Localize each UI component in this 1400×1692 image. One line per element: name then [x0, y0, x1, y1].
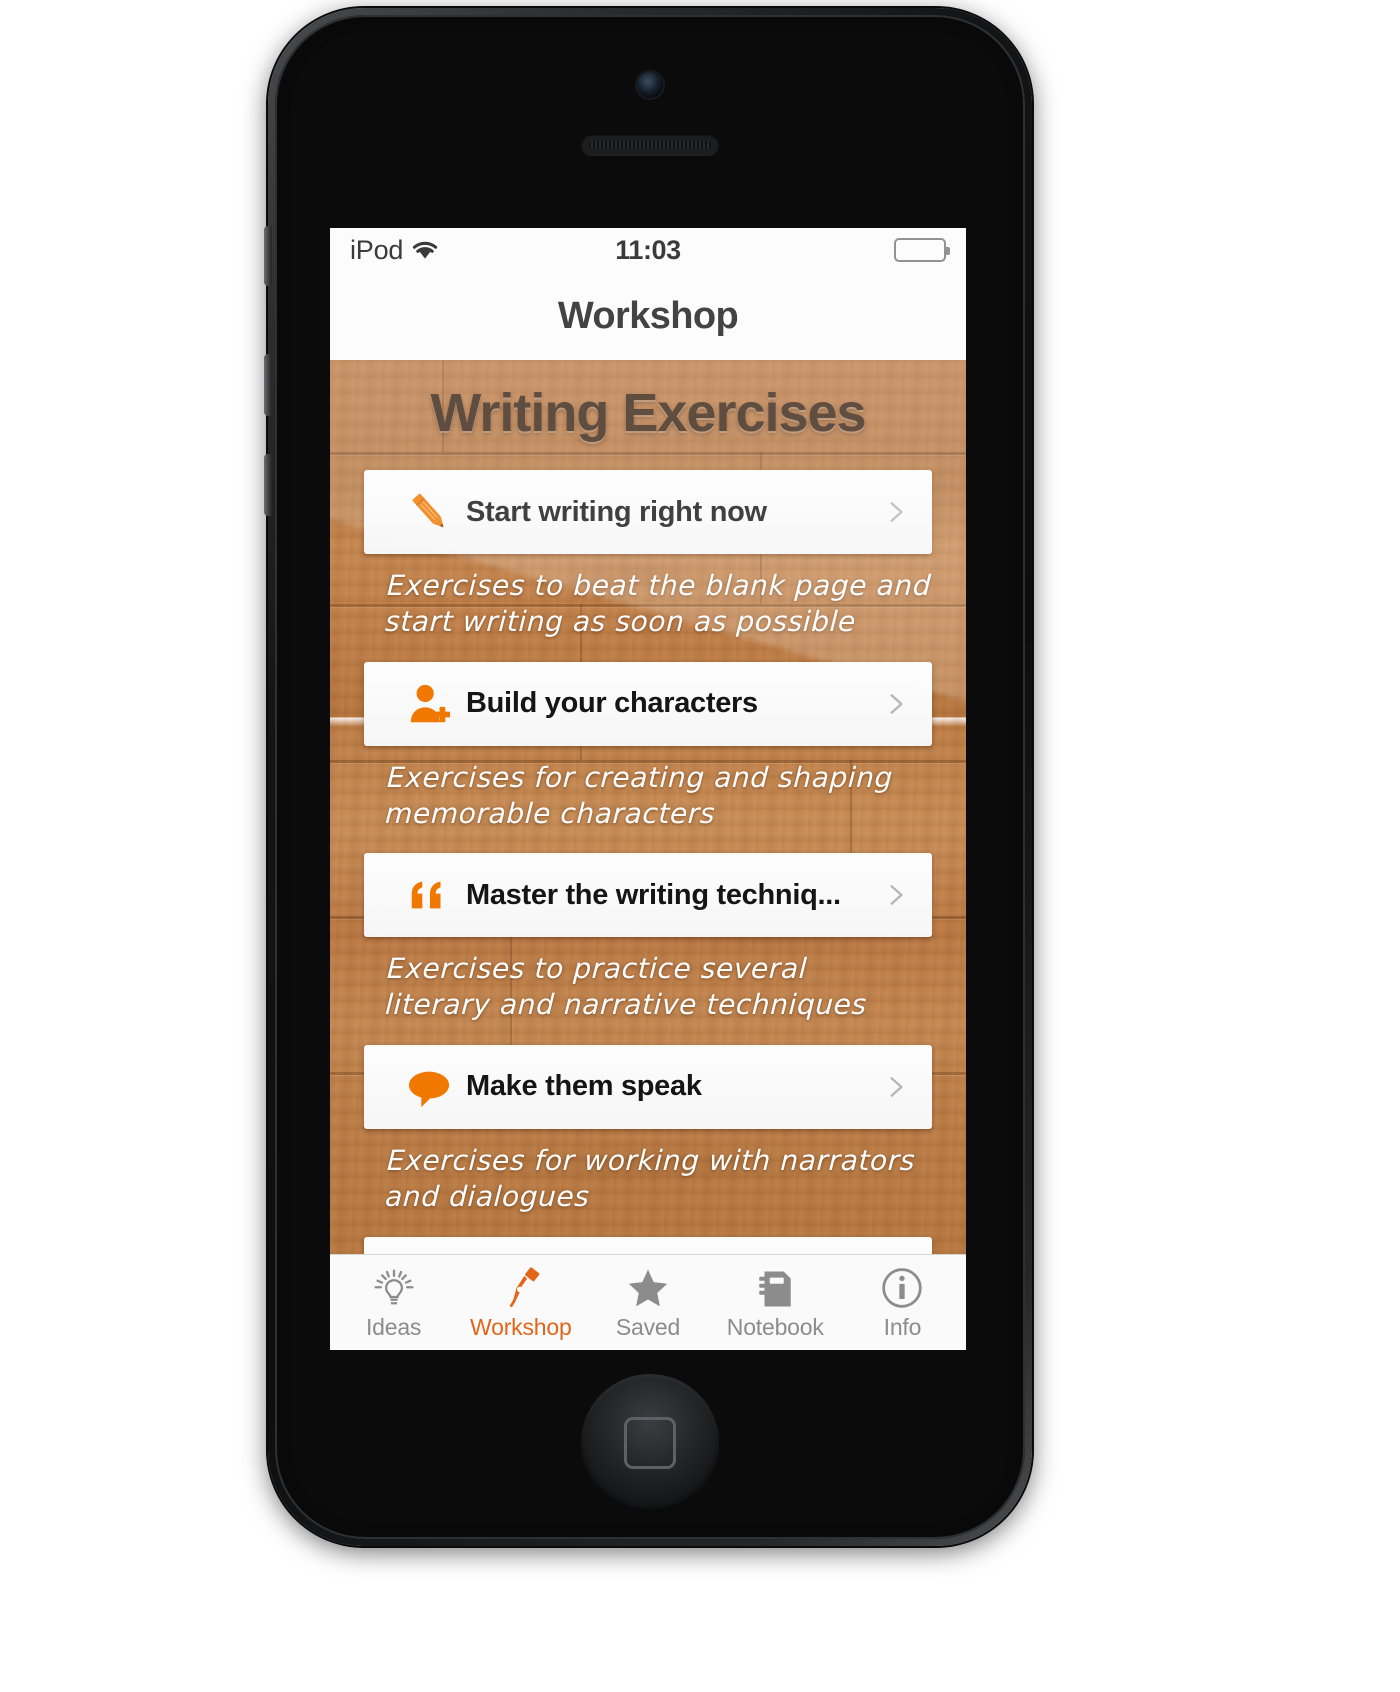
front-camera-icon [637, 72, 663, 98]
tab-label: Ideas [365, 1314, 422, 1340]
description-line: start writing as soon as possible [384, 604, 857, 638]
lightbulb-icon [373, 1264, 415, 1310]
section-heading: Writing Exercises [430, 383, 866, 443]
page-title: Workshop [557, 294, 739, 337]
speech-bubble-icon [392, 1064, 466, 1110]
tab-label: Saved [615, 1314, 681, 1340]
navigation-bar: Workshop [330, 272, 966, 360]
fountain-pen-icon [499, 1264, 543, 1310]
info-icon [880, 1264, 924, 1310]
mute-switch[interactable] [264, 226, 272, 286]
tab-notebook[interactable]: Notebook [712, 1255, 839, 1350]
status-bar-right [894, 238, 950, 262]
chevron-right-icon [882, 499, 910, 525]
home-button[interactable] [581, 1374, 719, 1512]
tab-label: Notebook [726, 1314, 824, 1340]
tab-ideas[interactable]: Ideas [330, 1255, 457, 1350]
description-line: Exercises to practice several [386, 952, 809, 986]
chevron-right-icon [882, 1074, 910, 1100]
chevron-right-icon [882, 691, 910, 717]
content-area: Writing Exercises Start writing right no… [330, 360, 966, 1254]
exercise-card-label: Master the writing techniq... [466, 878, 841, 911]
tab-label: Workshop [470, 1314, 572, 1340]
battery-icon [894, 238, 950, 262]
exercise-card-label: Build your characters [466, 687, 758, 720]
volume-up-button[interactable] [264, 354, 272, 416]
volume-down-button[interactable] [264, 454, 272, 516]
description-line: Exercises to beat the blank page and [386, 569, 933, 602]
exercise-card-description: Exercises to beat the blank page and star… [361, 554, 935, 662]
exercise-card[interactable]: Make them speak [364, 1044, 932, 1129]
exercise-card[interactable]: Start writing right now [364, 470, 932, 554]
screenshot-stage: iPod 11:03 Workshop Writing Exercises St… [0, 0, 1400, 1692]
person-add-icon [392, 681, 466, 727]
description-line: memorable characters [384, 796, 717, 830]
tab-saved[interactable]: Saved [584, 1255, 711, 1350]
exercise-card-partial[interactable] [364, 1236, 932, 1254]
description-line: literary and narrative techniques [384, 988, 868, 1022]
tab-info[interactable]: Info [839, 1255, 966, 1350]
status-bar: iPod 11:03 [330, 228, 966, 272]
earpiece-speaker [581, 134, 719, 156]
description-line: Exercises for working with narrators [386, 1143, 917, 1177]
status-bar-clock: 11:03 [615, 234, 681, 265]
tab-workshop[interactable]: Workshop [457, 1255, 584, 1350]
exercise-card[interactable]: Master the writing techniq... [364, 853, 932, 938]
quote-icon [392, 872, 466, 918]
description-line: and dialogues [384, 1179, 591, 1213]
notebook-icon [754, 1264, 796, 1310]
exercise-card[interactable]: Build your characters [364, 661, 932, 746]
exercise-card-description: Exercises to practice several literary an… [361, 937, 935, 1045]
exercise-card-label: Start writing right now [466, 495, 767, 528]
exercise-card-label: Make them speak [466, 1070, 702, 1103]
pencil-icon [392, 489, 466, 535]
star-icon [626, 1264, 670, 1310]
phone-screen: iPod 11:03 Workshop Writing Exercises St… [330, 228, 966, 1350]
tab-label: Info [883, 1314, 922, 1340]
chevron-right-icon [882, 882, 910, 908]
exercise-card-description: Exercises for working with narrators and … [361, 1129, 935, 1237]
exercise-card-description: Exercises for creating and shaping memora… [361, 746, 935, 854]
exercise-list[interactable]: Writing Exercises Start writing right no… [330, 360, 966, 1254]
tab-bar[interactable]: Ideas Workshop Saved Notebook Info [330, 1254, 966, 1350]
description-line: Exercises for creating and shaping [386, 760, 894, 794]
